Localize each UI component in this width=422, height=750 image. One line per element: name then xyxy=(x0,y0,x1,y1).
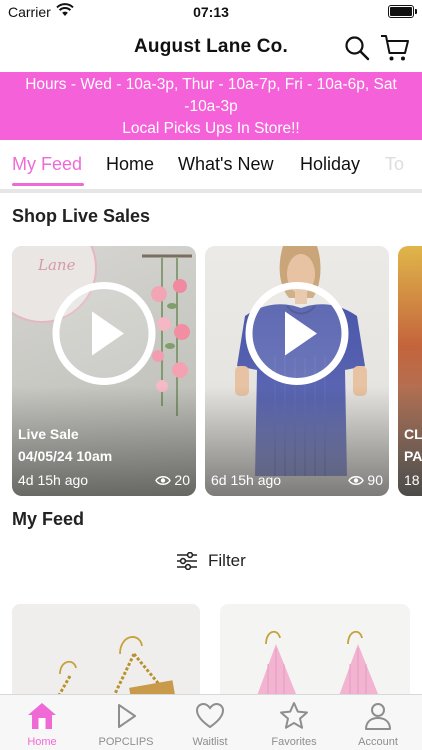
filter-icon xyxy=(177,552,197,570)
search-icon[interactable] xyxy=(344,35,370,66)
tabbar-label: Account xyxy=(358,736,398,748)
card-age: 4d 15h ago xyxy=(18,472,89,488)
feed-product-card[interactable] xyxy=(12,604,200,704)
heart-icon xyxy=(168,701,252,731)
tab-my-feed[interactable]: My Feed xyxy=(12,154,82,175)
tab-home[interactable]: Home xyxy=(106,154,154,175)
live-sale-date: 04/05/24 10am xyxy=(18,448,113,464)
battery-icon xyxy=(388,5,417,18)
view-count: 90 xyxy=(348,472,383,488)
tabs-divider xyxy=(0,189,422,193)
banner-line: -10a-3p xyxy=(184,98,238,115)
tabbar-item-waitlist[interactable]: Waitlist xyxy=(168,695,252,750)
live-sale-card[interactable]: Lane Live Sale 04/05/24 10am 4d 15h ago … xyxy=(12,246,196,496)
tabbar-item-popclips[interactable]: POPCLIPS xyxy=(84,695,168,750)
tab-more[interactable]: To xyxy=(385,154,404,175)
play-outline-icon xyxy=(84,701,168,731)
tabbar-label: POPCLIPS xyxy=(98,736,154,748)
filter-button[interactable]: Filter xyxy=(176,551,246,571)
play-button-icon[interactable] xyxy=(243,280,351,393)
app-header: August Lane Co. xyxy=(0,24,422,72)
tabbar-item-account[interactable]: Account xyxy=(336,695,420,750)
banner-line: Local Picks Ups In Store!! xyxy=(122,120,300,137)
product-image xyxy=(52,636,175,704)
bottom-tab-bar: Home POPCLIPS Waitlist Favorites Account xyxy=(0,694,422,750)
star-icon xyxy=(252,701,336,731)
clock: 07:13 xyxy=(193,4,229,20)
view-count-value: 20 xyxy=(174,472,190,488)
live-sales-heading: Shop Live Sales xyxy=(12,206,151,226)
feed-heading: My Feed xyxy=(12,509,85,529)
card-age: 18 xyxy=(404,472,420,488)
active-tab-indicator xyxy=(12,183,84,186)
filter-label: Filter xyxy=(208,551,246,570)
tab-holiday[interactable]: Holiday xyxy=(300,154,360,175)
tab-whats-new[interactable]: What's New xyxy=(178,154,273,175)
tabbar-label: Home xyxy=(27,736,57,748)
person-icon xyxy=(336,701,420,731)
tabbar-label: Favorites xyxy=(271,736,317,748)
cart-icon[interactable] xyxy=(380,33,410,68)
svg-text:Lane: Lane xyxy=(37,256,76,274)
home-icon xyxy=(0,701,84,731)
tabbar-item-favorites[interactable]: Favorites xyxy=(252,695,336,750)
view-count-value: 90 xyxy=(367,472,383,488)
live-sale-label: Live Sale xyxy=(18,426,79,442)
play-button-icon[interactable] xyxy=(50,280,158,393)
feed-product-card[interactable] xyxy=(220,604,410,704)
live-sale-label: CL xyxy=(404,426,422,442)
status-bar: Carrier 07:13 xyxy=(0,0,422,24)
tabbar-item-home[interactable]: Home xyxy=(0,695,84,750)
eye-icon xyxy=(348,475,365,485)
live-sale-card[interactable]: CL PA 18 xyxy=(398,246,422,496)
eye-icon xyxy=(155,475,172,485)
view-count: 20 xyxy=(155,472,190,488)
live-sale-card[interactable]: 6d 15h ago 90 xyxy=(205,246,389,496)
tabbar-label: Waitlist xyxy=(192,736,228,748)
category-tabs: My Feed Home What's New Holiday To xyxy=(0,140,422,190)
store-hours-banner: Hours - Wed - 10a-3p, Thur - 10a-7p, Fri… xyxy=(0,72,422,140)
product-image xyxy=(254,630,382,704)
banner-line: Hours - Wed - 10a-3p, Thur - 10a-7p, Fri… xyxy=(25,76,397,93)
card-age: 6d 15h ago xyxy=(211,472,282,488)
live-sale-date: PA xyxy=(404,448,422,464)
